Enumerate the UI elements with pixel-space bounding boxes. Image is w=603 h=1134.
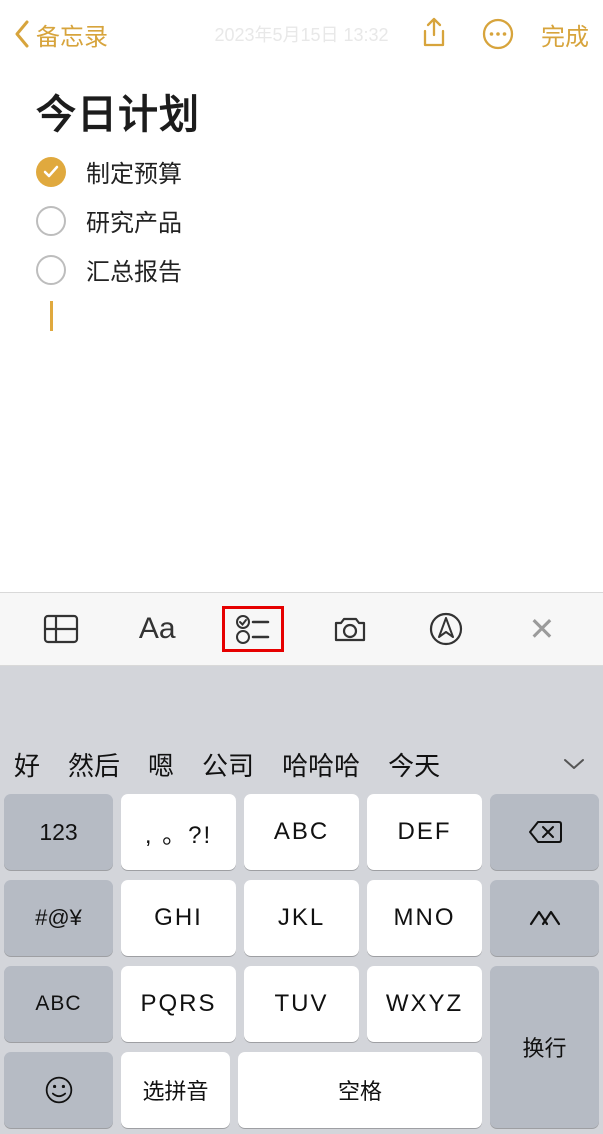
camera-icon — [332, 611, 368, 647]
checklist-item[interactable]: 研究产品 — [36, 203, 567, 238]
note-title[interactable]: 今日计划 — [36, 82, 567, 140]
checkbox-empty[interactable] — [36, 255, 66, 285]
keyboard: 好 然后 嗯 公司 哈哈哈 今天 123 , 。?! ABC DEF #@¥ — [0, 734, 603, 1134]
checklist-text[interactable]: 制定预算 — [86, 154, 182, 189]
checklist-text[interactable]: 汇总报告 — [86, 252, 182, 287]
key-space[interactable]: 空格 — [238, 1052, 482, 1128]
chevron-down-icon — [563, 757, 585, 771]
key-kaomoji[interactable] — [490, 880, 599, 956]
key-def[interactable]: DEF — [367, 794, 482, 870]
key-tuv[interactable]: TUV — [244, 966, 359, 1042]
key-pinyin[interactable]: 选拼音 — [121, 1052, 230, 1128]
header: 备忘录 2023年5月15日 13:32 完成 — [0, 0, 603, 68]
back-label: 备忘录 — [36, 17, 108, 52]
key-backspace[interactable] — [490, 794, 599, 870]
markup-icon — [428, 611, 464, 647]
key-abc[interactable]: ABC — [244, 794, 359, 870]
aa-label: Aa — [139, 612, 176, 646]
candidate[interactable]: 嗯 — [134, 746, 188, 783]
share-icon — [417, 17, 451, 51]
dismiss-toolbar-button[interactable]: ✕ — [513, 604, 571, 654]
backspace-icon — [528, 818, 562, 846]
checklist-button[interactable] — [224, 604, 282, 654]
candidate-expand-button[interactable] — [549, 739, 599, 789]
share-button[interactable] — [417, 17, 451, 51]
table-button[interactable] — [32, 604, 90, 654]
more-button[interactable] — [481, 17, 515, 51]
chevron-left-icon — [14, 20, 30, 48]
checkbox-empty[interactable] — [36, 206, 66, 236]
key-123[interactable]: 123 — [4, 794, 113, 870]
checkbox-checked[interactable] — [36, 157, 66, 187]
table-icon — [43, 611, 79, 647]
markup-button[interactable] — [417, 604, 475, 654]
text-format-button[interactable]: Aa — [128, 604, 186, 654]
key-pqrs[interactable]: PQRS — [121, 966, 236, 1042]
key-wxyz[interactable]: WXYZ — [367, 966, 482, 1042]
format-toolbar: Aa ✕ — [0, 592, 603, 666]
key-punct[interactable]: , 。?! — [121, 794, 236, 870]
note-body[interactable]: 今日计划 制定预算 研究产品 汇总报告 — [0, 68, 603, 592]
check-icon — [42, 163, 60, 181]
key-abc-mode[interactable]: ABC — [4, 966, 113, 1042]
emoji-icon — [44, 1075, 74, 1105]
text-cursor — [50, 301, 53, 331]
close-icon: ✕ — [529, 610, 556, 648]
toolbar-gap — [0, 666, 603, 734]
key-jkl[interactable]: JKL — [244, 880, 359, 956]
checklist-item[interactable]: 汇总报告 — [36, 252, 567, 287]
candidate[interactable]: 好 — [4, 746, 54, 783]
key-mno[interactable]: MNO — [367, 880, 482, 956]
candidate[interactable]: 今天 — [374, 746, 454, 783]
key-ghi[interactable]: GHI — [121, 880, 236, 956]
candidate[interactable]: 公司 — [188, 746, 268, 783]
checklist-item[interactable]: 制定预算 — [36, 154, 567, 189]
candidate[interactable]: 然后 — [54, 746, 134, 783]
more-icon — [481, 17, 515, 51]
kaomoji-icon — [528, 906, 562, 930]
key-symbols[interactable]: #@¥ — [4, 880, 113, 956]
camera-button[interactable] — [321, 604, 379, 654]
key-return[interactable]: 换行 — [490, 966, 599, 1128]
candidate-bar: 好 然后 嗯 公司 哈哈哈 今天 — [4, 734, 599, 794]
back-button[interactable]: 备忘录 — [14, 17, 108, 52]
candidate[interactable]: 哈哈哈 — [268, 746, 374, 783]
key-emoji[interactable] — [4, 1052, 113, 1128]
checklist-text[interactable]: 研究产品 — [86, 203, 182, 238]
highlight-box — [222, 606, 284, 652]
done-button[interactable]: 完成 — [541, 17, 589, 52]
